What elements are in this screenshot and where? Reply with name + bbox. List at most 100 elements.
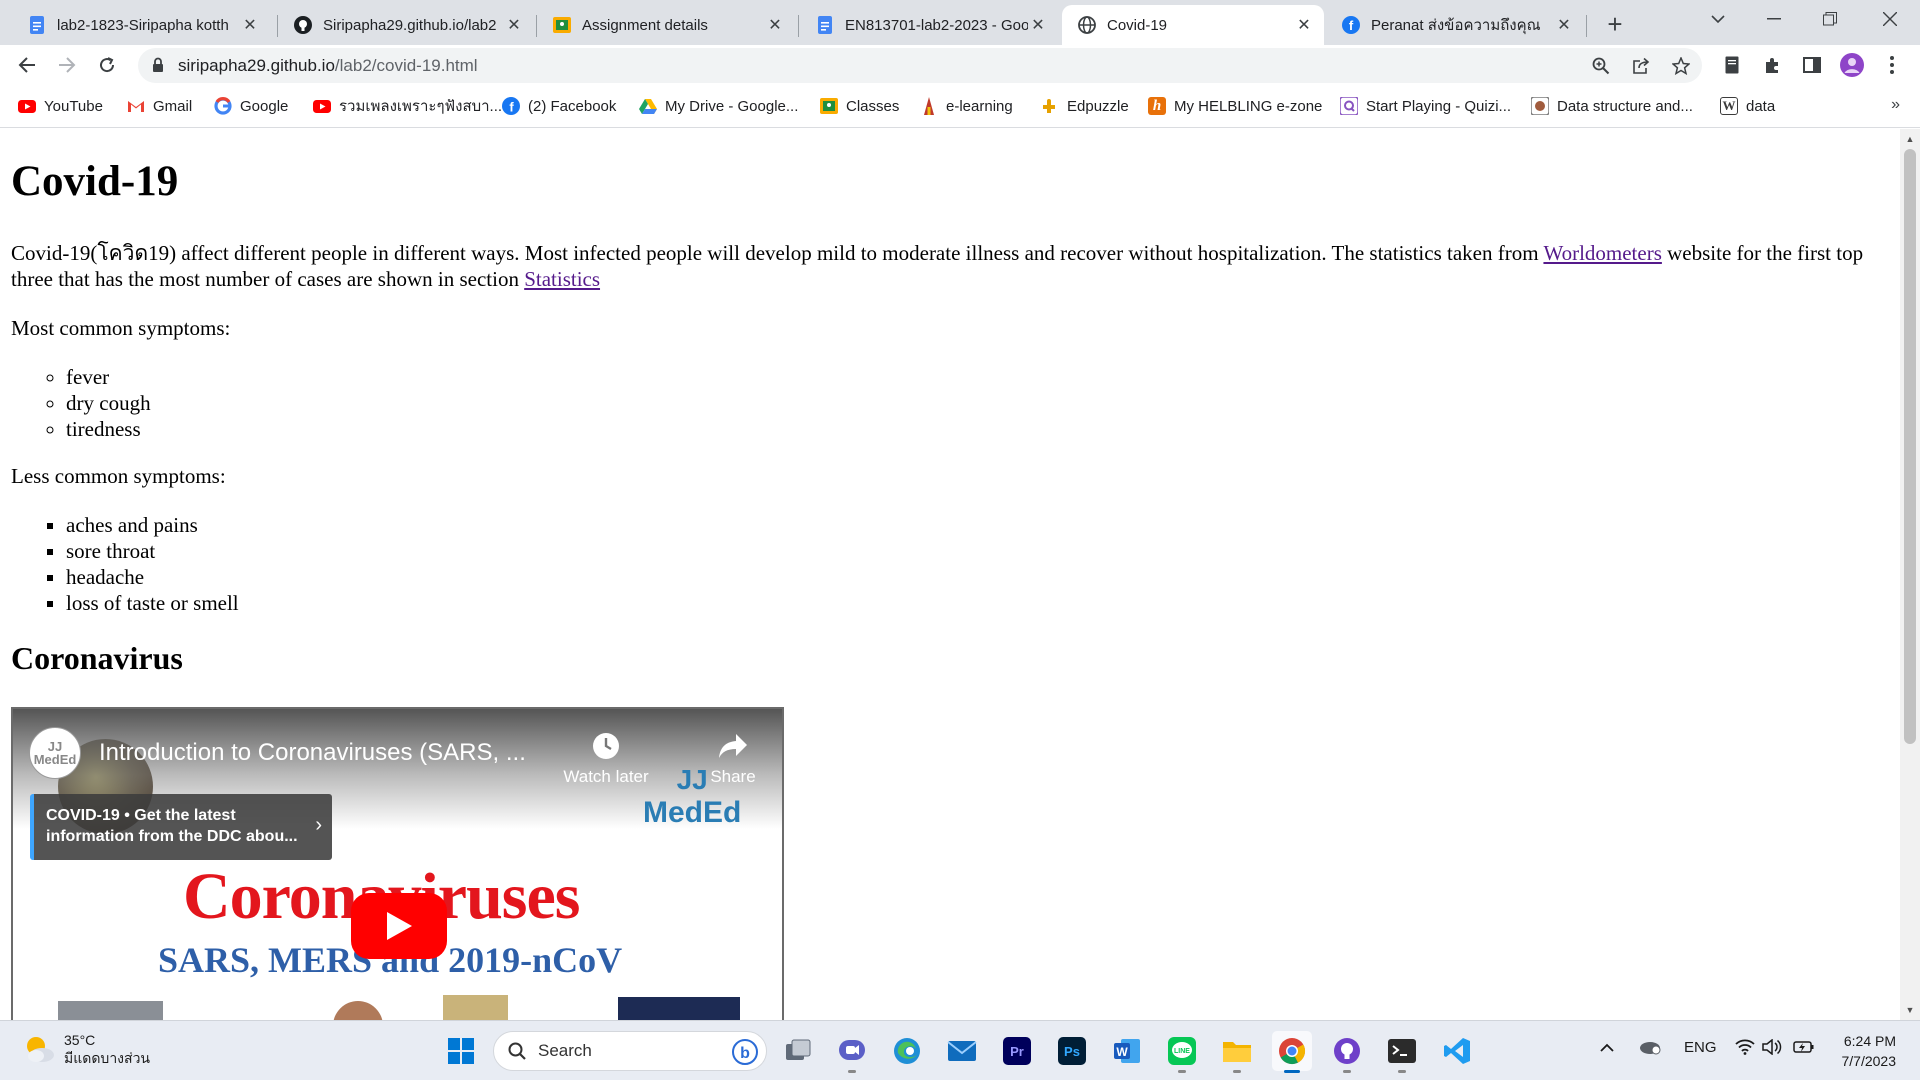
- windows-taskbar: 35°C มีแดดบางส่วน Search b Pr Ps W LINE: [0, 1020, 1920, 1080]
- taskbar-app-photoshop[interactable]: Ps: [1052, 1031, 1092, 1071]
- tab-covid-19[interactable]: Covid-19 ✕: [1062, 5, 1324, 45]
- taskbar-app-word[interactable]: W: [1107, 1031, 1147, 1071]
- info-card-text: COVID-19 • Get the latest information fr…: [46, 807, 298, 845]
- channel-logo[interactable]: JJ MedEd: [29, 727, 81, 779]
- taskbar-app-terminal[interactable]: [1382, 1031, 1422, 1073]
- running-indicator: [1398, 1070, 1406, 1073]
- wifi-icon[interactable]: [1735, 1039, 1755, 1059]
- zoom-icon[interactable]: [1588, 53, 1614, 79]
- tab-assignment[interactable]: Assignment details ✕: [537, 5, 795, 45]
- close-icon[interactable]: ✕: [765, 15, 785, 35]
- e-learning-icon: [920, 97, 938, 115]
- quizizz-icon: [1340, 97, 1358, 115]
- language-indicator[interactable]: ENG: [1684, 1039, 1717, 1056]
- bookmark-google-drive[interactable]: My Drive - Google...: [639, 95, 798, 117]
- reload-button[interactable]: [91, 49, 123, 81]
- play-button[interactable]: [351, 893, 447, 959]
- volume-icon[interactable]: [1762, 1038, 1782, 1059]
- facebook-icon: f: [502, 97, 520, 115]
- tab-title: Covid-19: [1107, 16, 1168, 34]
- worldometers-link[interactable]: Worldometers: [1543, 241, 1661, 265]
- onedrive-icon[interactable]: [1638, 1037, 1662, 1059]
- share-icon[interactable]: [1628, 53, 1654, 79]
- taskbar-app-vscode[interactable]: [1437, 1031, 1477, 1071]
- bookmark-classes[interactable]: Classes: [820, 95, 899, 117]
- bookmark-data[interactable]: W data: [1720, 95, 1775, 117]
- reading-list-icon[interactable]: [1717, 50, 1747, 80]
- tab-en813701-docs[interactable]: EN813701-lab2-2023 - Goo ✕: [800, 5, 1058, 45]
- close-window-button[interactable]: [1862, 0, 1918, 38]
- side-panel-icon[interactable]: [1797, 50, 1827, 80]
- bookmark-quizizz[interactable]: Start Playing - Quizi...: [1340, 95, 1511, 117]
- svg-text:LINE: LINE: [1174, 1048, 1190, 1055]
- lock-icon[interactable]: [152, 57, 164, 78]
- tab-facebook-message[interactable]: f Peranat ส่งข้อความถึงคุณ ✕: [1326, 5, 1584, 45]
- folder-icon: [1223, 1042, 1251, 1062]
- page-scrollbar[interactable]: ▲ ▼: [1900, 129, 1920, 1020]
- url-text: siripapha29.github.io/lab2/covid-19.html: [178, 56, 478, 76]
- bookmark-data-structure[interactable]: Data structure and...: [1531, 95, 1693, 117]
- forward-button[interactable]: [51, 49, 83, 81]
- taskbar-search[interactable]: Search b: [493, 1031, 767, 1071]
- profile-avatar[interactable]: [1837, 50, 1867, 80]
- more-bookmarks-button[interactable]: »: [1891, 96, 1900, 114]
- youtube-embed[interactable]: Coronaviruses SARS, MERS and 2019-nCoV J…: [11, 707, 784, 1020]
- address-bar[interactable]: siripapha29.github.io/lab2/covid-19.html: [138, 48, 1702, 83]
- bookmark-facebook[interactable]: f (2) Facebook: [502, 95, 616, 117]
- bookmark-helbling[interactable]: h My HELBLING e-zone: [1148, 95, 1322, 117]
- tab-lab2-docs[interactable]: lab2-1823-Siripapha kotth ✕: [12, 5, 270, 45]
- taskbar-app-mail[interactable]: [942, 1031, 982, 1071]
- new-tab-button[interactable]: +: [1598, 7, 1632, 41]
- restore-button[interactable]: [1802, 0, 1858, 38]
- bookmark-gmail[interactable]: Gmail: [127, 95, 192, 117]
- tab-search-button[interactable]: [1690, 0, 1746, 38]
- list-item: loss of taste or smell: [66, 590, 239, 616]
- scrollbar-thumb[interactable]: [1904, 149, 1916, 744]
- scroll-up-arrow[interactable]: ▲: [1904, 133, 1916, 145]
- start-button[interactable]: [441, 1031, 481, 1071]
- extensions-icon[interactable]: [1757, 50, 1787, 80]
- show-hidden-icons-button[interactable]: [1600, 1039, 1614, 1056]
- taskbar-clock[interactable]: 6:24 PM 7/7/2023: [1830, 1031, 1897, 1071]
- bookmark-google[interactable]: Google: [214, 95, 288, 117]
- bookmark-star-icon[interactable]: [1668, 53, 1694, 79]
- channel-brand: JJ MedEd: [643, 764, 741, 830]
- edge-icon: [894, 1038, 920, 1064]
- bookmark-youtube-playlist[interactable]: รวมเพลงเพราะๆฟังสบา...: [313, 95, 502, 117]
- globe-icon: [1077, 15, 1097, 35]
- bookmark-label: My HELBLING e-zone: [1174, 97, 1323, 115]
- taskbar-app-line[interactable]: LINE: [1162, 1031, 1202, 1073]
- statistics-link[interactable]: Statistics: [524, 267, 600, 291]
- bookmark-edpuzzle[interactable]: Edpuzzle: [1041, 95, 1129, 117]
- battery-icon[interactable]: [1793, 1039, 1815, 1059]
- scroll-down-arrow[interactable]: ▼: [1904, 1004, 1916, 1016]
- tab-github[interactable]: Siripapha29.github.io/lab2 ✕: [278, 5, 534, 45]
- close-icon[interactable]: ✕: [504, 15, 524, 35]
- video-title[interactable]: Introduction to Coronaviruses (SARS, ...: [99, 739, 526, 767]
- taskbar-app-premiere[interactable]: Pr: [997, 1031, 1037, 1071]
- minimize-button[interactable]: [1746, 0, 1802, 38]
- close-icon[interactable]: ✕: [240, 15, 260, 35]
- taskbar-app-github-desktop[interactable]: [1327, 1031, 1367, 1073]
- word-icon: W: [1114, 1039, 1140, 1063]
- close-icon[interactable]: ✕: [1294, 15, 1314, 35]
- taskbar-app-teams[interactable]: [832, 1031, 872, 1073]
- weather-widget[interactable]: 35°C มีแดดบางส่วน: [22, 1031, 150, 1067]
- taskbar-app-edge[interactable]: [887, 1031, 927, 1071]
- bookmark-e-learning[interactable]: e-learning: [920, 95, 1013, 117]
- clock-icon: [591, 731, 621, 761]
- watch-later-button[interactable]: Watch later: [556, 731, 656, 787]
- close-icon[interactable]: ✕: [1028, 15, 1048, 35]
- taskbar-app-file-explorer[interactable]: [1217, 1031, 1257, 1073]
- task-view-button[interactable]: [778, 1031, 818, 1071]
- back-button[interactable]: [11, 49, 43, 81]
- weather-description: มีแดดบางส่วน: [64, 1050, 150, 1066]
- covid-info-card[interactable]: COVID-19 • Get the latest information fr…: [30, 794, 332, 860]
- chrome-menu-icon[interactable]: [1877, 50, 1907, 80]
- bookmark-label: data: [1746, 97, 1776, 115]
- list-item: tiredness: [66, 416, 151, 442]
- bookmark-youtube[interactable]: YouTube: [18, 95, 103, 117]
- running-indicator: [848, 1070, 856, 1073]
- taskbar-app-chrome[interactable]: [1272, 1031, 1312, 1073]
- close-icon[interactable]: ✕: [1554, 15, 1574, 35]
